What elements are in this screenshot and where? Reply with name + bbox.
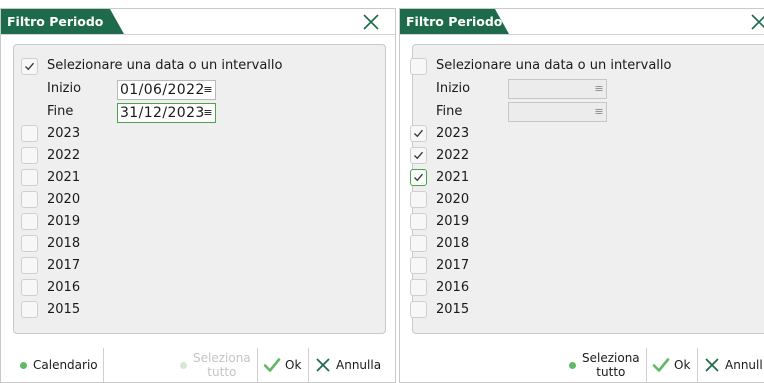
year-checkbox-2020[interactable] bbox=[21, 191, 38, 208]
seleziona-tutto-button[interactable]: Seleziona tutto bbox=[180, 348, 251, 382]
fine-label: Fine bbox=[47, 104, 74, 119]
year-label: 2017 bbox=[436, 258, 470, 273]
inizio-label: Inizio bbox=[436, 81, 471, 96]
year-checkbox-2022[interactable] bbox=[410, 147, 427, 164]
annulla-button[interactable]: Annulla bbox=[314, 348, 381, 382]
separator bbox=[697, 348, 698, 382]
ok-label: Ok bbox=[285, 358, 302, 372]
range-checkbox[interactable] bbox=[410, 58, 427, 75]
close-icon[interactable] bbox=[750, 13, 764, 31]
year-label: 2019 bbox=[47, 214, 81, 229]
seleziona-label-line2: tutto bbox=[207, 365, 237, 379]
year-checkbox-2018[interactable] bbox=[410, 235, 427, 252]
year-checkbox-2022[interactable] bbox=[21, 147, 38, 164]
dropdown-icon[interactable]: ≡ bbox=[594, 80, 604, 98]
year-checkbox-2017[interactable] bbox=[21, 257, 38, 274]
annulla-label: Annull bbox=[725, 358, 763, 372]
ok-button[interactable]: Ok bbox=[263, 348, 301, 382]
year-label: 2021 bbox=[436, 170, 470, 185]
dialog-titlebar: Filtro Periodo bbox=[1, 9, 395, 35]
year-checkbox-2019[interactable] bbox=[410, 213, 427, 230]
close-icon[interactable] bbox=[362, 13, 380, 31]
green-dot-icon bbox=[20, 361, 27, 369]
dialog-title: Filtro Periodo bbox=[1, 9, 124, 34]
fine-label: Fine bbox=[436, 104, 463, 119]
year-label: 2017 bbox=[47, 258, 81, 273]
separator bbox=[646, 348, 647, 382]
ok-label: Ok bbox=[674, 358, 691, 372]
year-label: 2016 bbox=[47, 280, 81, 295]
filter-panel: Selezionare una data o un intervallo Ini… bbox=[410, 44, 764, 334]
separator bbox=[308, 348, 309, 382]
year-label: 2018 bbox=[436, 236, 470, 251]
fine-date-value: 31/12/2023 bbox=[120, 105, 205, 121]
range-label: Selezionare una data o un intervallo bbox=[436, 58, 672, 73]
filtro-periodo-dialog-right: Filtro Periodo Selezionare una data o un… bbox=[399, 8, 764, 383]
button-bar: Calendario Seleziona tutto Ok Annulla bbox=[1, 342, 395, 382]
inizio-date-field[interactable]: ≡ bbox=[508, 79, 607, 99]
dialog-title: Filtro Periodo bbox=[400, 9, 509, 34]
year-checkbox-2017[interactable] bbox=[410, 257, 427, 274]
year-checkbox-2019[interactable] bbox=[21, 213, 38, 230]
ok-button[interactable]: Ok bbox=[652, 348, 690, 382]
seleziona-label-line1: Seleziona bbox=[582, 351, 640, 365]
year-label: 2019 bbox=[436, 214, 470, 229]
year-checkbox-2016[interactable] bbox=[410, 279, 427, 296]
year-label: 2015 bbox=[436, 302, 470, 317]
inizio-date-field[interactable]: 01/06/2022 ≡ bbox=[117, 80, 216, 100]
year-checkbox-2020[interactable] bbox=[410, 191, 427, 208]
seleziona-label-line2: tutto bbox=[596, 365, 626, 379]
year-checkbox-2023[interactable] bbox=[410, 125, 427, 142]
calendario-button[interactable]: Calendario bbox=[20, 348, 98, 382]
range-label: Selezionare una data o un intervallo bbox=[47, 58, 283, 73]
seleziona-label-line1: Seleziona bbox=[193, 351, 251, 365]
year-checkbox-2021[interactable] bbox=[410, 169, 427, 186]
button-bar: Seleziona tutto Ok Annull bbox=[400, 342, 764, 382]
inizio-date-value: 01/06/2022 bbox=[120, 82, 205, 98]
year-label: 2018 bbox=[47, 236, 81, 251]
year-checkbox-2023[interactable] bbox=[21, 125, 38, 142]
seleziona-tutto-button[interactable]: Seleziona tutto bbox=[569, 348, 640, 382]
separator bbox=[103, 348, 104, 382]
green-dot-icon bbox=[180, 361, 187, 369]
filter-panel: Selezionare una data o un intervallo Ini… bbox=[13, 44, 386, 334]
fine-date-field[interactable]: 31/12/2023 ≡ bbox=[117, 103, 216, 123]
year-label: 2016 bbox=[436, 280, 470, 295]
year-checkbox-2015[interactable] bbox=[410, 301, 427, 318]
annulla-button[interactable]: Annull bbox=[703, 348, 763, 382]
dialog-titlebar: Filtro Periodo bbox=[400, 9, 764, 35]
separator bbox=[257, 348, 258, 382]
range-checkbox[interactable] bbox=[21, 58, 38, 75]
year-label: 2021 bbox=[47, 170, 81, 185]
year-checkbox-2018[interactable] bbox=[21, 235, 38, 252]
dropdown-icon[interactable]: ≡ bbox=[203, 81, 213, 99]
checkmark-icon bbox=[652, 356, 670, 374]
year-label: 2015 bbox=[47, 302, 81, 317]
filtro-periodo-dialog-left: Filtro Periodo Selezionare una data o un… bbox=[0, 8, 396, 383]
year-checkbox-2016[interactable] bbox=[21, 279, 38, 296]
annulla-label: Annulla bbox=[336, 358, 382, 372]
close-icon bbox=[703, 356, 721, 374]
dropdown-icon[interactable]: ≡ bbox=[594, 103, 604, 121]
fine-date-field[interactable]: ≡ bbox=[508, 102, 607, 122]
year-checkbox-2021[interactable] bbox=[21, 169, 38, 186]
year-label: 2023 bbox=[436, 126, 470, 141]
year-checkbox-2015[interactable] bbox=[21, 301, 38, 318]
year-label: 2023 bbox=[47, 126, 81, 141]
year-label: 2020 bbox=[47, 192, 81, 207]
green-dot-icon bbox=[569, 361, 576, 369]
inizio-label: Inizio bbox=[47, 81, 82, 96]
checkmark-icon bbox=[263, 356, 281, 374]
dropdown-icon[interactable]: ≡ bbox=[203, 104, 213, 122]
year-label: 2020 bbox=[436, 192, 470, 207]
year-label: 2022 bbox=[436, 148, 470, 163]
close-icon bbox=[314, 356, 332, 374]
year-label: 2022 bbox=[47, 148, 81, 163]
calendario-label: Calendario bbox=[33, 358, 98, 372]
